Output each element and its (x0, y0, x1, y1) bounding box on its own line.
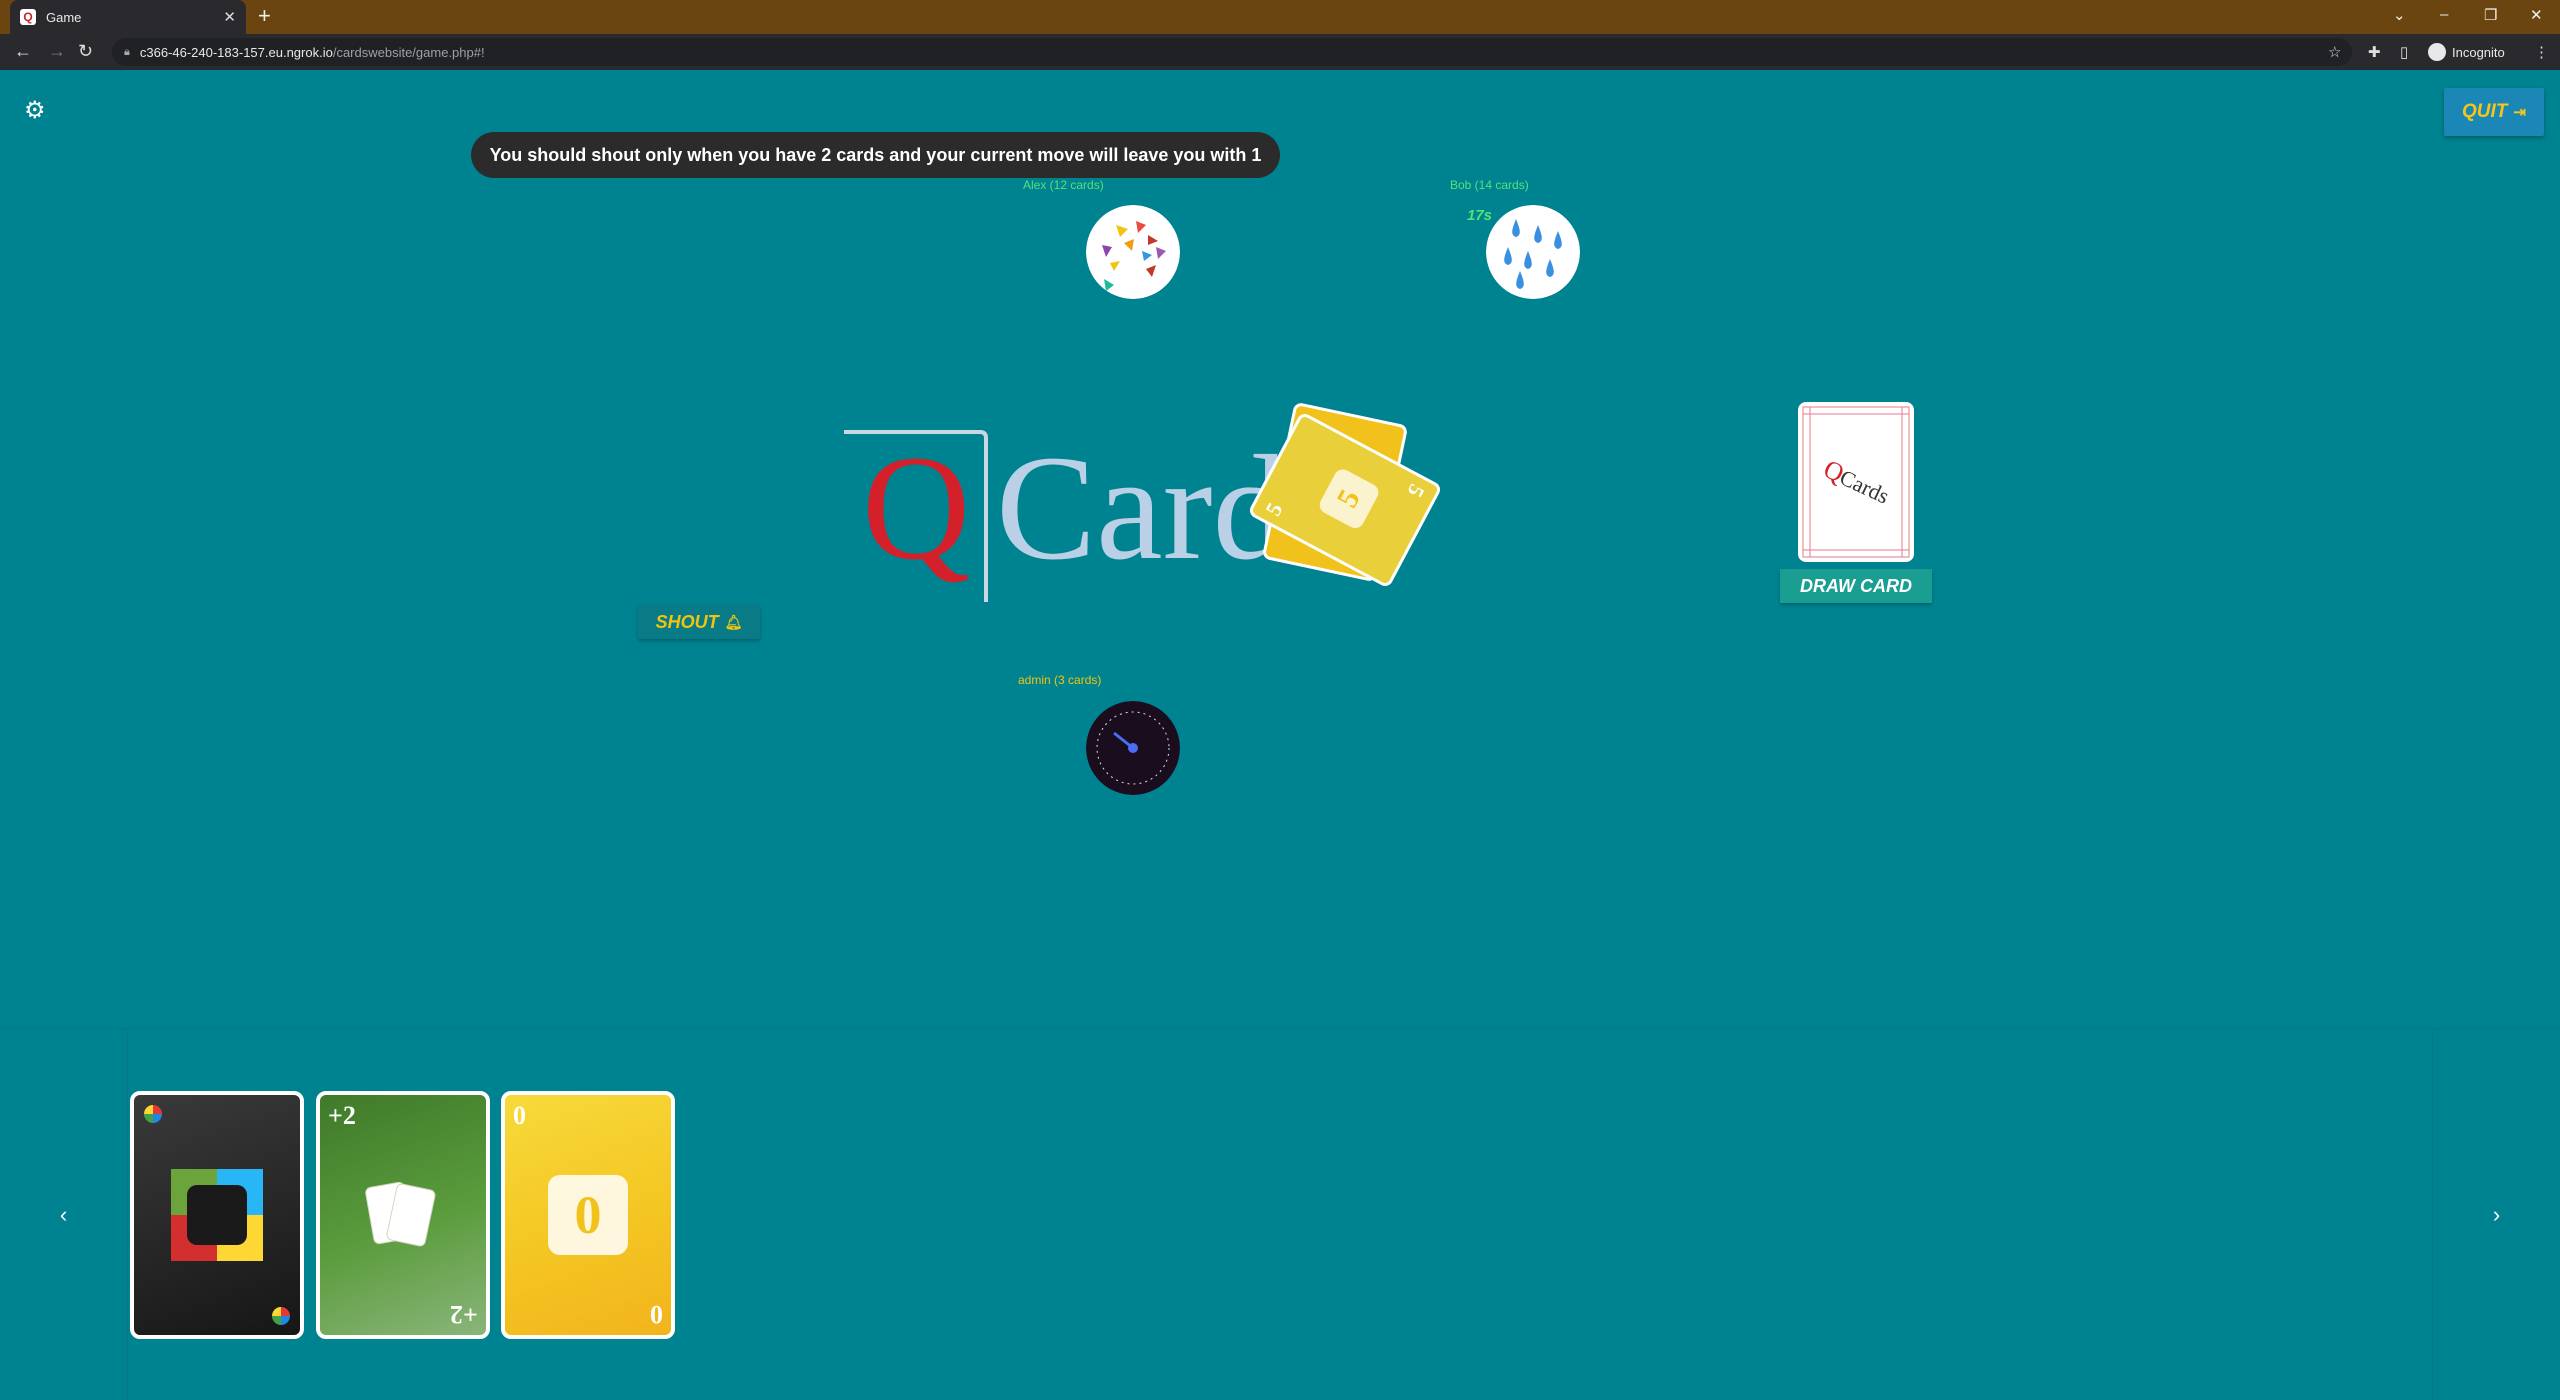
logo-q: Q (862, 425, 970, 591)
player-hand: ‹ +2 +2 0 0 0 › (0, 1028, 2560, 1400)
draw-card-button[interactable]: DRAW CARD (1780, 569, 1932, 603)
wild-corner-icon-bottom (272, 1307, 290, 1325)
url-path: /cardswebsite/game.php#! (332, 44, 485, 60)
wild-corner-icon (144, 1105, 162, 1123)
zero-label-top: 0 (513, 1101, 526, 1130)
discard-pile: 5 5 5 (1235, 390, 1455, 610)
draw-two-label-bottom: +2 (450, 1300, 478, 1329)
draw-pile-cards: Cards (1836, 464, 1893, 508)
hand-card-wild[interactable] (130, 1091, 304, 1339)
forward-icon[interactable]: → (48, 41, 66, 61)
back-icon[interactable]: ← (14, 41, 32, 61)
wild-color-wheel-icon (171, 1169, 263, 1261)
bookmark-star-icon[interactable]: ☆ (2328, 43, 2341, 61)
discard-card-top: 5 5 5 (1247, 411, 1443, 589)
reload-icon[interactable]: ↻ (78, 41, 93, 61)
address-bar[interactable]: 🔒︎ c366-46-240-183-157.eu.ngrok.io/cards… (112, 38, 2352, 66)
avatar-bob (1486, 205, 1580, 299)
extensions-icon[interactable]: ✚ (2368, 43, 2381, 61)
shout-hint-tooltip: You should shout only when you have 2 ca… (471, 132, 1280, 178)
bell-icon: 🔔︎ (724, 613, 743, 630)
discard-card-value: 5 (1330, 484, 1367, 513)
incognito-icon (2428, 43, 2446, 61)
url-host: c366-46-240-183-157.eu.ngrok.io (139, 44, 333, 60)
draw-two-label-top: +2 (328, 1101, 356, 1130)
menu-icon[interactable]: ⋮ (2534, 43, 2549, 61)
zero-label-bottom: 0 (650, 1300, 663, 1329)
discard-corner-top: 5 (1260, 498, 1288, 520)
quit-button[interactable]: QUIT ⇥ (2444, 88, 2544, 136)
player-label-alex: Alex (12 cards) (1023, 178, 1104, 192)
chevron-right-icon: › (2492, 1202, 2501, 1227)
browser-tab[interactable]: Q Game ✕ (10, 0, 246, 34)
browser-tab-bar: Q Game ✕ + ⌄ – ❐ ✕ (0, 0, 2560, 34)
browser-toolbar: ← → ↻ 🔒︎ c366-46-240-183-157.eu.ngrok.io… (0, 34, 2560, 70)
shout-label: SHOUT (655, 611, 719, 632)
lock-icon: 🔒︎ (124, 45, 130, 58)
avatar-alex (1086, 205, 1180, 299)
close-window-icon[interactable]: ✕ (2530, 6, 2543, 24)
zero-value-box: 0 (548, 1175, 628, 1255)
zero-value: 0 (574, 1185, 602, 1245)
two-cards-icon (363, 1180, 443, 1250)
incognito-label: Incognito (2452, 44, 2505, 60)
restore-icon[interactable]: ❐ (2484, 6, 2497, 24)
discard-corner-bottom: 5 (1402, 480, 1430, 502)
incognito-indicator[interactable]: Incognito (2428, 43, 2505, 61)
hand-prev-button[interactable]: ‹ (0, 1029, 128, 1400)
new-tab-icon[interactable]: + (258, 5, 271, 27)
player-label-admin: admin (3 cards) (1018, 673, 1102, 687)
hand-card-zero[interactable]: 0 0 0 (501, 1091, 675, 1339)
draw-pile-card[interactable]: Q Cards (1798, 402, 1914, 562)
player-label-bob: Bob (14 cards) (1450, 178, 1529, 192)
minimize-icon[interactable]: – (2440, 6, 2448, 23)
tab-search-icon[interactable]: ⌄ (2393, 6, 2406, 24)
discard-card-value-box: 5 (1316, 466, 1382, 532)
avatar-admin (1086, 701, 1180, 795)
chevron-left-icon: ‹ (59, 1202, 68, 1227)
quit-label: QUIT (2462, 101, 2508, 122)
turn-timer: 17s (1467, 207, 1493, 224)
hand-card-draw-two[interactable]: +2 +2 (316, 1091, 490, 1339)
favicon-icon: Q (20, 9, 36, 25)
shout-button[interactable]: SHOUT 🔔︎ (638, 605, 760, 639)
side-panel-icon[interactable]: ▯ (2400, 43, 2408, 61)
exit-icon: ⇥ (2513, 104, 2526, 121)
tab-title: Game (46, 9, 82, 25)
hand-next-button[interactable]: › (2432, 1029, 2560, 1400)
close-tab-icon[interactable]: ✕ (223, 8, 236, 26)
gear-icon[interactable]: ⚙ (24, 96, 46, 125)
